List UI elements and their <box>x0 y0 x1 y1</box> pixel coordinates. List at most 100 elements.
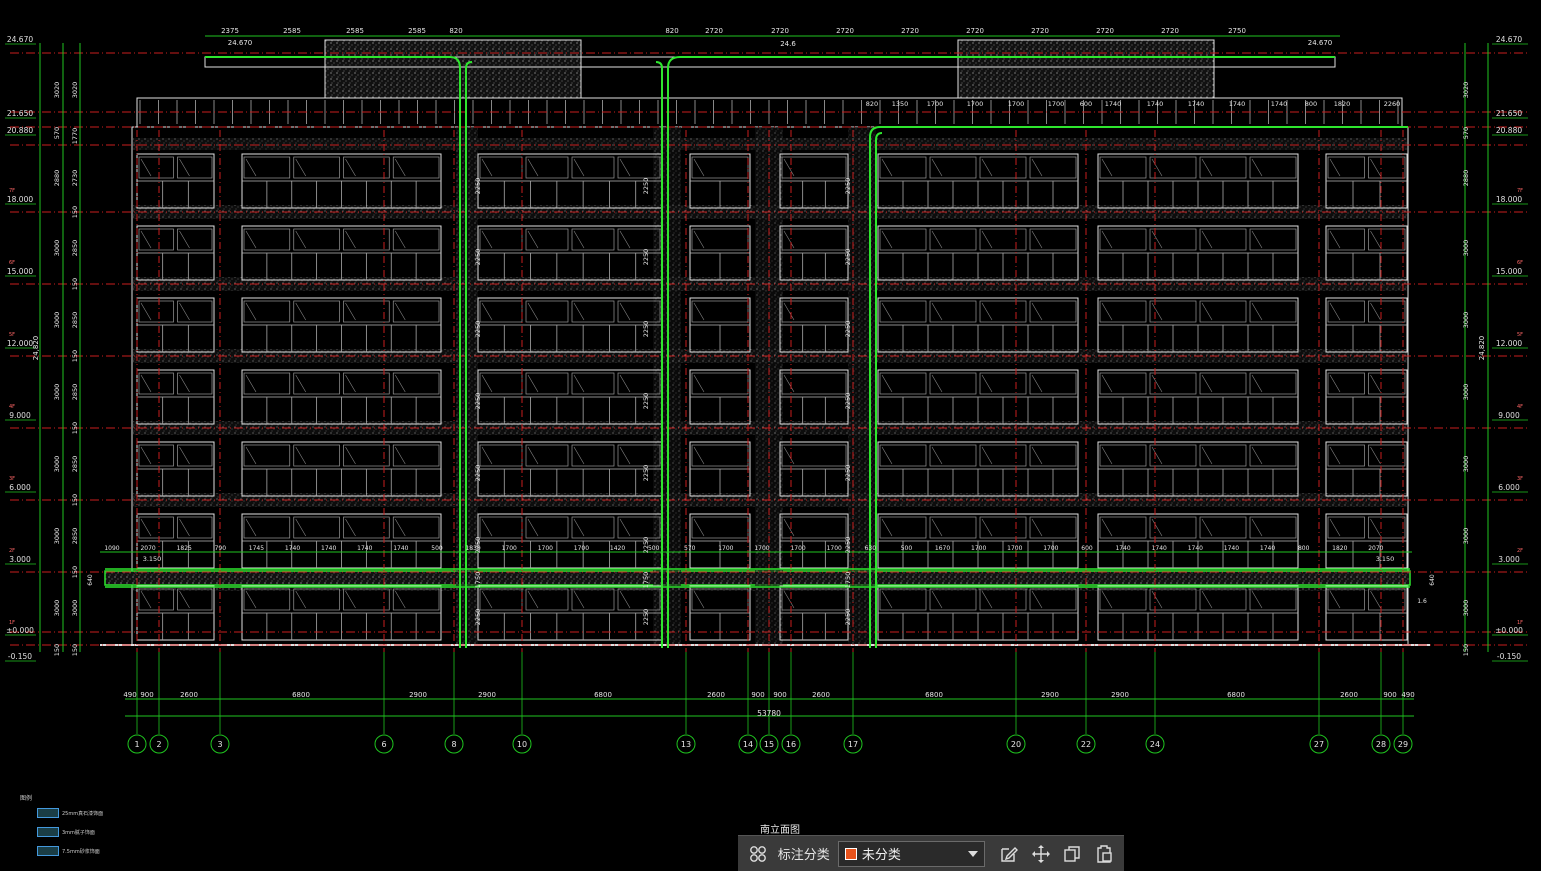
left-floor-tag: 2F <box>9 548 15 554</box>
window-opening-mark <box>295 302 307 321</box>
column-dim: 2250 <box>474 609 482 626</box>
right-elevation-label: 12.000 <box>1496 339 1522 348</box>
column-dim: 2250 <box>474 178 482 195</box>
window-opening-mark <box>1031 158 1043 177</box>
window-opening-mark <box>1201 446 1213 465</box>
window-opening-mark <box>1251 158 1263 177</box>
window-opening-mark <box>1151 230 1163 249</box>
column-dim: 2250 <box>474 321 482 338</box>
window-opening-mark <box>140 446 152 465</box>
window-opening-mark <box>693 446 705 465</box>
top-dim-left: 2375 <box>221 27 239 35</box>
window-sash <box>571 444 615 467</box>
top-dim-left: 2585 <box>283 27 301 35</box>
window-opening-mark <box>179 302 190 321</box>
top-dim-right: 2720 <box>901 27 919 35</box>
window-sash <box>177 588 213 611</box>
left-inner-dim: 2850 <box>71 312 79 329</box>
elevation-drawing-canvas[interactable]: 24.670 21.650 20.880 18.000 15.000 12.000 9.00… <box>0 0 1541 871</box>
window-sash <box>138 372 174 395</box>
copy-icon <box>1064 845 1081 862</box>
category-dropdown[interactable]: 未分类 <box>837 840 985 867</box>
left-elevation-label: 6.000 <box>9 483 31 492</box>
bottom-dim: 2900 <box>1111 691 1129 699</box>
copy-button[interactable] <box>1058 840 1086 868</box>
top-dim-right: 2720 <box>705 27 723 35</box>
left-floor-tag: 4F <box>9 404 15 410</box>
window-opening-mark <box>179 446 190 465</box>
left-inner-dim: 150 <box>71 350 79 362</box>
top-dim-right: 2720 <box>1031 27 1049 35</box>
right-outer-dim: 3000 <box>1462 240 1470 257</box>
window-opening-mark <box>481 374 493 393</box>
column-dim: 2250 <box>844 178 852 195</box>
window-sash <box>177 372 213 395</box>
window-sash <box>691 228 749 251</box>
left-inner-dim: 1770 <box>71 128 79 145</box>
window-opening-mark <box>1370 230 1381 249</box>
left-outer-dim: 2880 <box>53 170 61 187</box>
window-opening-mark <box>1370 446 1381 465</box>
window-opening-mark <box>783 446 795 465</box>
window-sash <box>1368 228 1406 251</box>
window-opening-mark <box>931 302 943 321</box>
window-opening-mark <box>179 518 190 537</box>
window-opening-mark <box>481 446 493 465</box>
window-opening-mark <box>1201 302 1213 321</box>
top-dim-right: 2750 <box>1228 27 1246 35</box>
column-dim: 2250 <box>474 249 482 266</box>
right-elevation-label: 20.880 <box>1496 126 1522 135</box>
window-sash <box>1368 300 1406 323</box>
window-opening-mark <box>693 590 705 609</box>
column-dim: 1750 <box>844 572 852 589</box>
legend-item-2: 3mm腻子饰面 <box>62 830 95 836</box>
mid-dim: 1740 <box>1152 545 1167 552</box>
window-opening-mark <box>1151 374 1163 393</box>
roof-dim: 1820 <box>1334 100 1351 108</box>
edit-annotation-button[interactable] <box>995 840 1023 868</box>
paste-button[interactable] <box>1090 840 1118 868</box>
left-elevation-label: 9.000 <box>9 411 31 420</box>
window-opening-mark <box>981 158 993 177</box>
right-floor-tag: 3F <box>1517 476 1523 482</box>
window-sash <box>571 300 615 323</box>
mid-dim: 800 <box>1298 545 1310 552</box>
left-inner-dim: 2850 <box>71 528 79 545</box>
drawing-title: 南立面图 <box>760 825 800 836</box>
mid-dim: 2070 <box>140 545 155 552</box>
axis-label: 22 <box>1081 740 1091 749</box>
grid-view-button[interactable] <box>744 840 772 868</box>
right-elevation-label: 21.650 <box>1496 109 1522 118</box>
window-opening-mark <box>179 230 190 249</box>
move-button[interactable] <box>1027 840 1055 868</box>
window-sash <box>571 156 615 179</box>
window-opening-mark <box>619 302 631 321</box>
move-icon <box>1031 844 1050 863</box>
right-floor-tag: 1F <box>1517 620 1523 626</box>
column-dim: 2250 <box>642 537 650 554</box>
mid-dim: 1090 <box>104 545 119 552</box>
total-height-left: 24,820 <box>32 336 40 361</box>
left-elevation-label: 12.000 <box>7 339 33 348</box>
window-opening-mark <box>1201 374 1213 393</box>
left-elevation-label: 3.000 <box>9 555 31 564</box>
left-inner-dim: 150 <box>71 644 79 656</box>
top-dim-left: 2585 <box>408 27 426 35</box>
window-opening-mark <box>295 446 307 465</box>
roof-dim: 1740 <box>1229 100 1246 108</box>
window-opening-mark <box>481 518 493 537</box>
left-elevation-label: 24.670 <box>7 35 33 44</box>
roof-dim: 1740 <box>1105 100 1122 108</box>
column-dim: 2250 <box>642 465 650 482</box>
window-opening-mark <box>179 158 190 177</box>
window-opening-mark <box>573 518 585 537</box>
mid-dim: 1740 <box>1188 545 1203 552</box>
mid-dim: 1740 <box>1224 545 1239 552</box>
window-sash <box>479 372 523 395</box>
column-dim: 1750 <box>642 572 650 589</box>
bottom-dim: 490 <box>123 691 136 699</box>
right-outer-dim: 3000 <box>1462 384 1470 401</box>
terrace-height-right: 640 <box>1429 574 1436 586</box>
roof-dim: 2260 <box>1384 100 1401 108</box>
window-opening-mark <box>619 374 631 393</box>
